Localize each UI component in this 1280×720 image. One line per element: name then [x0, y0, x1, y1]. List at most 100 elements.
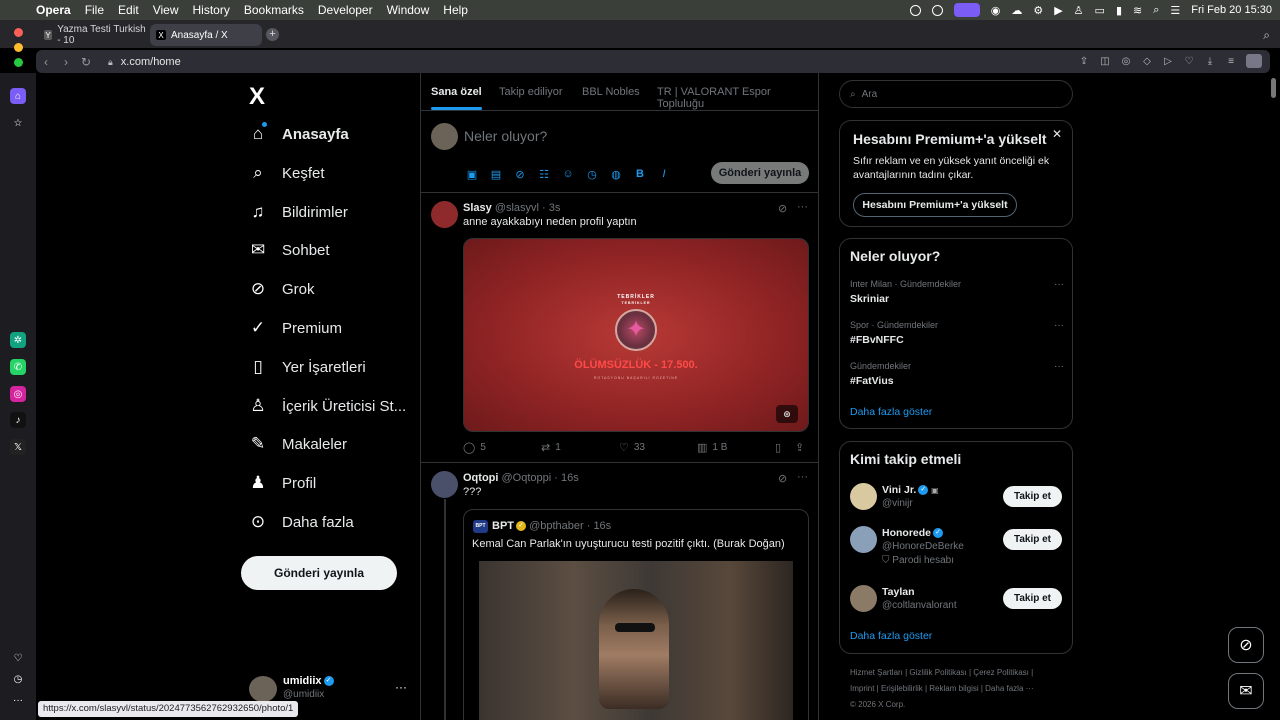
avatar[interactable] — [850, 526, 877, 553]
reload-icon[interactable]: ↻ — [76, 55, 96, 69]
star-icon[interactable]: ☆ — [10, 115, 26, 131]
footer-line[interactable]: Imprint | Erişilebilirlik | Reklam bilgi… — [850, 681, 1065, 697]
italic-icon[interactable]: I — [657, 167, 671, 181]
trends-show-more-link[interactable]: Daha fazla göster — [850, 406, 932, 418]
minimize-window-button[interactable] — [14, 43, 23, 52]
spotlight-icon[interactable]: ⌕ — [1153, 4, 1159, 17]
player-icon[interactable]: ▷ — [1162, 56, 1174, 67]
nav-item-more[interactable]: ⊙ Daha fazla — [248, 509, 354, 535]
more-icon[interactable]: ··· — [395, 680, 407, 694]
person-icon[interactable]: ♙ — [1074, 4, 1084, 17]
more-icon[interactable]: ··· — [10, 692, 26, 708]
tab-valorant-community[interactable]: TR | VALORANT Espor Topluluğu — [657, 86, 818, 110]
nav-item-notifications[interactable]: ♫ Bildirimler — [248, 199, 348, 225]
tweet-author-handle[interactable]: @Oqtoppi — [502, 472, 552, 484]
more-icon[interactable]: ··· — [1054, 320, 1064, 331]
schedule-icon[interactable]: ◷ — [585, 167, 599, 181]
tab-search-icon[interactable]: ⌕ — [1263, 28, 1270, 43]
grok-icon[interactable]: ⊘ — [513, 167, 527, 181]
zoom-window-button[interactable] — [14, 58, 23, 67]
trend-item[interactable]: Inter Milan · Gündemdekiler Skriniar ··· — [850, 279, 1064, 305]
clock[interactable]: Fri Feb 20 15:30 — [1191, 4, 1272, 16]
opera-status-icon[interactable] — [953, 3, 980, 17]
messages-fab-button[interactable]: ✉ — [1228, 673, 1264, 709]
composer-post-button[interactable]: Gönderi yayınla — [711, 162, 809, 184]
follow-suggestion[interactable]: Taylan @coltlanvalorant Takip et — [850, 585, 1064, 621]
tweet-time[interactable]: 3s — [549, 202, 561, 214]
x-logo-icon[interactable]: X — [249, 83, 265, 111]
share-icon[interactable]: ⇪ — [1078, 56, 1090, 67]
nav-item-bookmarks[interactable]: ▯ Yer İşaretleri — [248, 354, 365, 380]
whatsapp-icon[interactable]: ✆ — [10, 359, 26, 375]
bookmark-button[interactable]: ▯ — [775, 441, 781, 454]
grok-icon[interactable]: ⊘ — [778, 202, 787, 215]
tab-following[interactable]: Takip ediliyor — [499, 86, 563, 98]
avatar[interactable] — [431, 201, 458, 228]
heart-icon[interactable]: ♡ — [10, 650, 26, 666]
repost-button[interactable]: ⇄ 1 — [541, 441, 561, 454]
grok-icon[interactable]: ⊘ — [778, 472, 787, 485]
menu-window[interactable]: Window — [387, 3, 430, 17]
follow-button[interactable]: Takip et — [1003, 588, 1062, 609]
wifi-icon[interactable]: ≋ — [1133, 4, 1142, 17]
nav-item-grok[interactable]: ⊘ Grok — [248, 276, 315, 302]
close-window-button[interactable] — [14, 28, 23, 37]
vpn-icon[interactable]: ◇ — [1141, 56, 1153, 67]
avatar[interactable] — [850, 483, 877, 510]
settings-icon[interactable]: ⚙ — [1033, 4, 1043, 17]
share-button[interactable]: ⇪ — [795, 441, 804, 454]
display-icon[interactable]: ▭ — [1095, 4, 1105, 17]
browser-tab[interactable]: Y Yazma Testi Turkish - 10 — [38, 24, 146, 46]
nav-item-profile[interactable]: ♟ Profil — [248, 470, 316, 496]
follow-suggestion[interactable]: Honorede ✓ @HonoreDeBerke ⛉ Parodi hesabı… — [850, 526, 1064, 566]
follow-button[interactable]: Takip et — [1003, 486, 1062, 507]
menu-edit[interactable]: Edit — [118, 3, 139, 17]
profile-avatar[interactable] — [1246, 54, 1262, 68]
grok-fab-button[interactable]: ⊘ — [1228, 627, 1264, 663]
adblock-icon[interactable]: ◎ — [1120, 56, 1132, 67]
more-icon[interactable]: ··· — [797, 471, 808, 483]
camera-icon[interactable]: ◉ — [991, 4, 1001, 17]
tab-for-you[interactable]: Sana özel — [431, 86, 482, 110]
more-icon[interactable]: ··· — [1054, 279, 1064, 290]
nav-item-creator-studio[interactable]: ♙ İçerik Üreticisi St... — [248, 393, 406, 419]
trend-item[interactable]: Spor · Gündemdekiler #FBvNFFC ··· — [850, 320, 1064, 346]
menu-history[interactable]: History — [193, 3, 230, 17]
tab-bbl-nobles[interactable]: BBL Nobles — [582, 86, 640, 98]
more-icon[interactable]: ··· — [1054, 361, 1064, 372]
menu-developer[interactable]: Developer — [318, 3, 373, 17]
footer-line[interactable]: Hizmet Şartları | Gizlilik Politikası | … — [850, 665, 1065, 681]
location-icon[interactable]: ◍ — [609, 167, 623, 181]
browser-tab-active[interactable]: X Anasayfa / X — [150, 24, 262, 46]
url-field[interactable]: 🔒︎ x.com/home — [108, 56, 181, 68]
menu-view[interactable]: View — [153, 3, 179, 17]
quoted-tweet[interactable]: BPT BPT ✓ @bpthaber · 16s Kemal Can Parla… — [463, 509, 809, 720]
nav-item-explore[interactable]: ⌕ Keşfet — [248, 160, 324, 186]
more-icon[interactable]: ··· — [797, 201, 808, 213]
nav-item-chat[interactable]: ✉ Sohbet — [248, 237, 330, 263]
scrollbar[interactable] — [1271, 78, 1276, 98]
account-switcher[interactable]: umidiix ✓ @umidiix ··· — [249, 674, 409, 702]
emoji-icon[interactable]: ☺ — [561, 167, 575, 181]
download-icon[interactable]: ⤓ — [1204, 56, 1216, 67]
status-icon[interactable] — [931, 4, 943, 16]
trend-item[interactable]: Gündemdekiler #FatVius ··· — [850, 361, 1064, 387]
bold-icon[interactable]: B — [633, 167, 647, 181]
status-icon[interactable] — [909, 4, 921, 16]
new-tab-button[interactable]: + — [266, 28, 279, 41]
heart-icon[interactable]: ♡ — [1183, 56, 1195, 67]
search-input[interactable]: ⌕ Ara — [839, 80, 1073, 108]
premium-upgrade-button[interactable]: Hesabını Premium+'a yükselt — [853, 193, 1017, 217]
menu-file[interactable]: File — [85, 3, 104, 17]
menu-app-name[interactable]: Opera — [36, 3, 71, 17]
avatar[interactable] — [850, 585, 877, 612]
back-icon[interactable]: ‹ — [36, 55, 56, 69]
quote-photo[interactable] — [479, 561, 793, 720]
post-button[interactable]: Gönderi yayınla — [241, 556, 397, 590]
follow-button[interactable]: Takip et — [1003, 529, 1062, 550]
tweet[interactable]: Slasy @slasyvl · 3s ⊘ ··· anne ayakkabıy… — [421, 193, 818, 463]
snapshot-icon[interactable]: ◫ — [1099, 56, 1111, 67]
nav-item-articles[interactable]: ✎ Makaleler — [248, 431, 347, 457]
tweet-author-handle[interactable]: @slasyvl — [495, 202, 539, 214]
close-icon[interactable]: ✕ — [1052, 127, 1062, 141]
